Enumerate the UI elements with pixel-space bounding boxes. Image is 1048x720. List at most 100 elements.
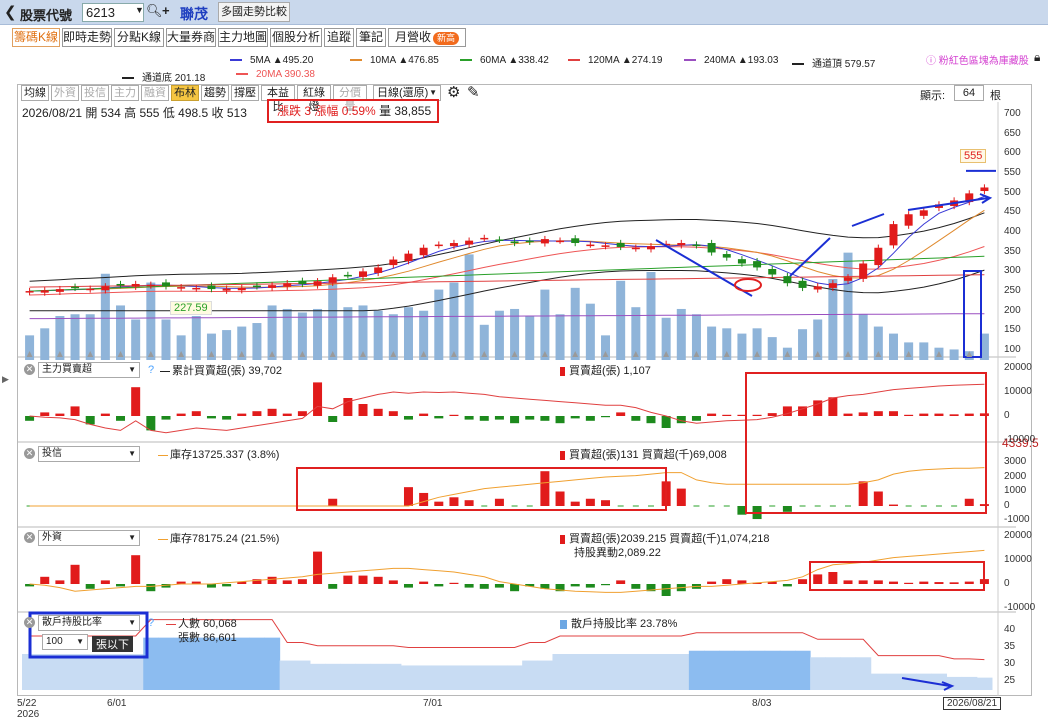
candle-body [525, 240, 534, 243]
foreign-bar [494, 584, 504, 588]
annotation-arrow-up [851, 213, 885, 227]
ma20-line [29, 246, 985, 296]
main-force-bar [555, 416, 565, 424]
retail-area [128, 654, 144, 690]
annotation-circle [734, 278, 762, 292]
annotation-arrow-right [907, 193, 993, 211]
chevron-down-icon: ▼ [128, 365, 136, 374]
foreign-stock-line [29, 549, 985, 593]
trust-bar [328, 498, 338, 506]
retail-area [507, 665, 523, 690]
sub-axis-tick: -10000 [1004, 602, 1036, 613]
foreign-bar [358, 575, 368, 584]
volume-bar [40, 328, 50, 360]
candle-body [586, 244, 595, 247]
trust-select[interactable]: 投信 ▼ [38, 446, 140, 462]
foreign-bar [843, 580, 853, 584]
retail-area [22, 654, 38, 690]
sub-axis-tick: 30 [1004, 658, 1016, 669]
volume-bar [525, 316, 535, 360]
close-icon[interactable]: ✕ [24, 364, 35, 375]
candle-body [737, 259, 746, 264]
foreign-bar [419, 581, 429, 584]
retail-area [203, 637, 220, 690]
candle-body [131, 283, 140, 287]
retail-area [779, 650, 796, 690]
retail-area [97, 654, 114, 690]
main-force-bar [267, 408, 277, 416]
foreign-bar [313, 551, 323, 584]
retail-area [719, 650, 735, 690]
retail-area [734, 650, 750, 690]
help-icon[interactable]: ? [148, 364, 154, 376]
candle-body [768, 269, 777, 275]
lots-unit: 張以下 [92, 636, 133, 652]
retail-area [597, 654, 614, 690]
sub-axis-tick: 10000 [1004, 386, 1032, 397]
annotation-arrow-up [789, 237, 831, 277]
retail-area [309, 663, 326, 690]
volume-bar [131, 319, 141, 360]
volume-bar [858, 314, 868, 360]
retail-area [673, 654, 690, 690]
chart-canvas [18, 102, 1016, 696]
x-label-current: 2026/08/21 [943, 697, 1002, 710]
main-force-bar [767, 413, 777, 416]
sub-axis-tick: 2000 [1004, 471, 1027, 482]
volume-bar [403, 307, 413, 360]
main-force-bar [646, 416, 656, 424]
price-tick: 600 [1004, 147, 1021, 159]
candle-body [465, 240, 474, 245]
retail-area [688, 650, 705, 690]
candle-body [646, 246, 655, 250]
main-force-bar [373, 408, 383, 416]
retail-area [704, 650, 720, 690]
trust-bar [449, 497, 459, 506]
price-tick: 250 [1004, 285, 1021, 297]
lots-select[interactable]: 100 ▼ [42, 634, 88, 650]
main-force-bar [161, 416, 171, 420]
retail-area [385, 663, 402, 690]
candle-body [722, 254, 731, 258]
main-force-bar [919, 413, 929, 416]
main-force-bar [661, 416, 671, 428]
volume-bar [373, 310, 383, 360]
retail-area [219, 637, 235, 690]
candle-body [207, 285, 216, 290]
retail-area [613, 654, 629, 690]
candle-body [859, 263, 868, 279]
foreign-bar [949, 582, 959, 584]
retail-select[interactable]: 散戶持股比率 ▼ [38, 615, 140, 631]
volume-bar [843, 252, 853, 360]
retail-area [264, 637, 281, 690]
foreign-bar [85, 584, 95, 589]
main-force-bar [525, 416, 535, 420]
close-icon[interactable]: ✕ [24, 617, 35, 628]
foreign-bar [661, 584, 671, 596]
price-tick: 350 [1004, 245, 1021, 257]
volume-bar [252, 323, 262, 360]
help-icon[interactable]: ? [148, 617, 154, 629]
foreign-bar [388, 580, 398, 584]
main-force-bar [752, 414, 762, 416]
retail-area [825, 657, 841, 690]
volume-bar [767, 337, 777, 360]
trust-bar [434, 501, 444, 506]
candle-body [359, 271, 368, 277]
retail-shares: 張數 86,601 [178, 632, 237, 644]
close-icon[interactable]: ✕ [24, 448, 35, 459]
candle-body [252, 285, 261, 288]
foreign-bar [888, 581, 898, 584]
foreign-select[interactable]: 外資 ▼ [38, 530, 140, 546]
main-force-bar [55, 413, 65, 416]
price-tick: 100 [1004, 344, 1021, 356]
volume-bar [282, 308, 292, 360]
close-icon[interactable]: ✕ [24, 532, 35, 543]
volume-bar [737, 333, 747, 360]
candle-body [192, 287, 201, 290]
retail-area [355, 663, 372, 690]
foreign-bar [131, 555, 141, 584]
retail-area [279, 660, 296, 690]
main-force-select[interactable]: 主力買賣超 ▼ [38, 362, 140, 378]
foreign-bar [449, 582, 459, 584]
